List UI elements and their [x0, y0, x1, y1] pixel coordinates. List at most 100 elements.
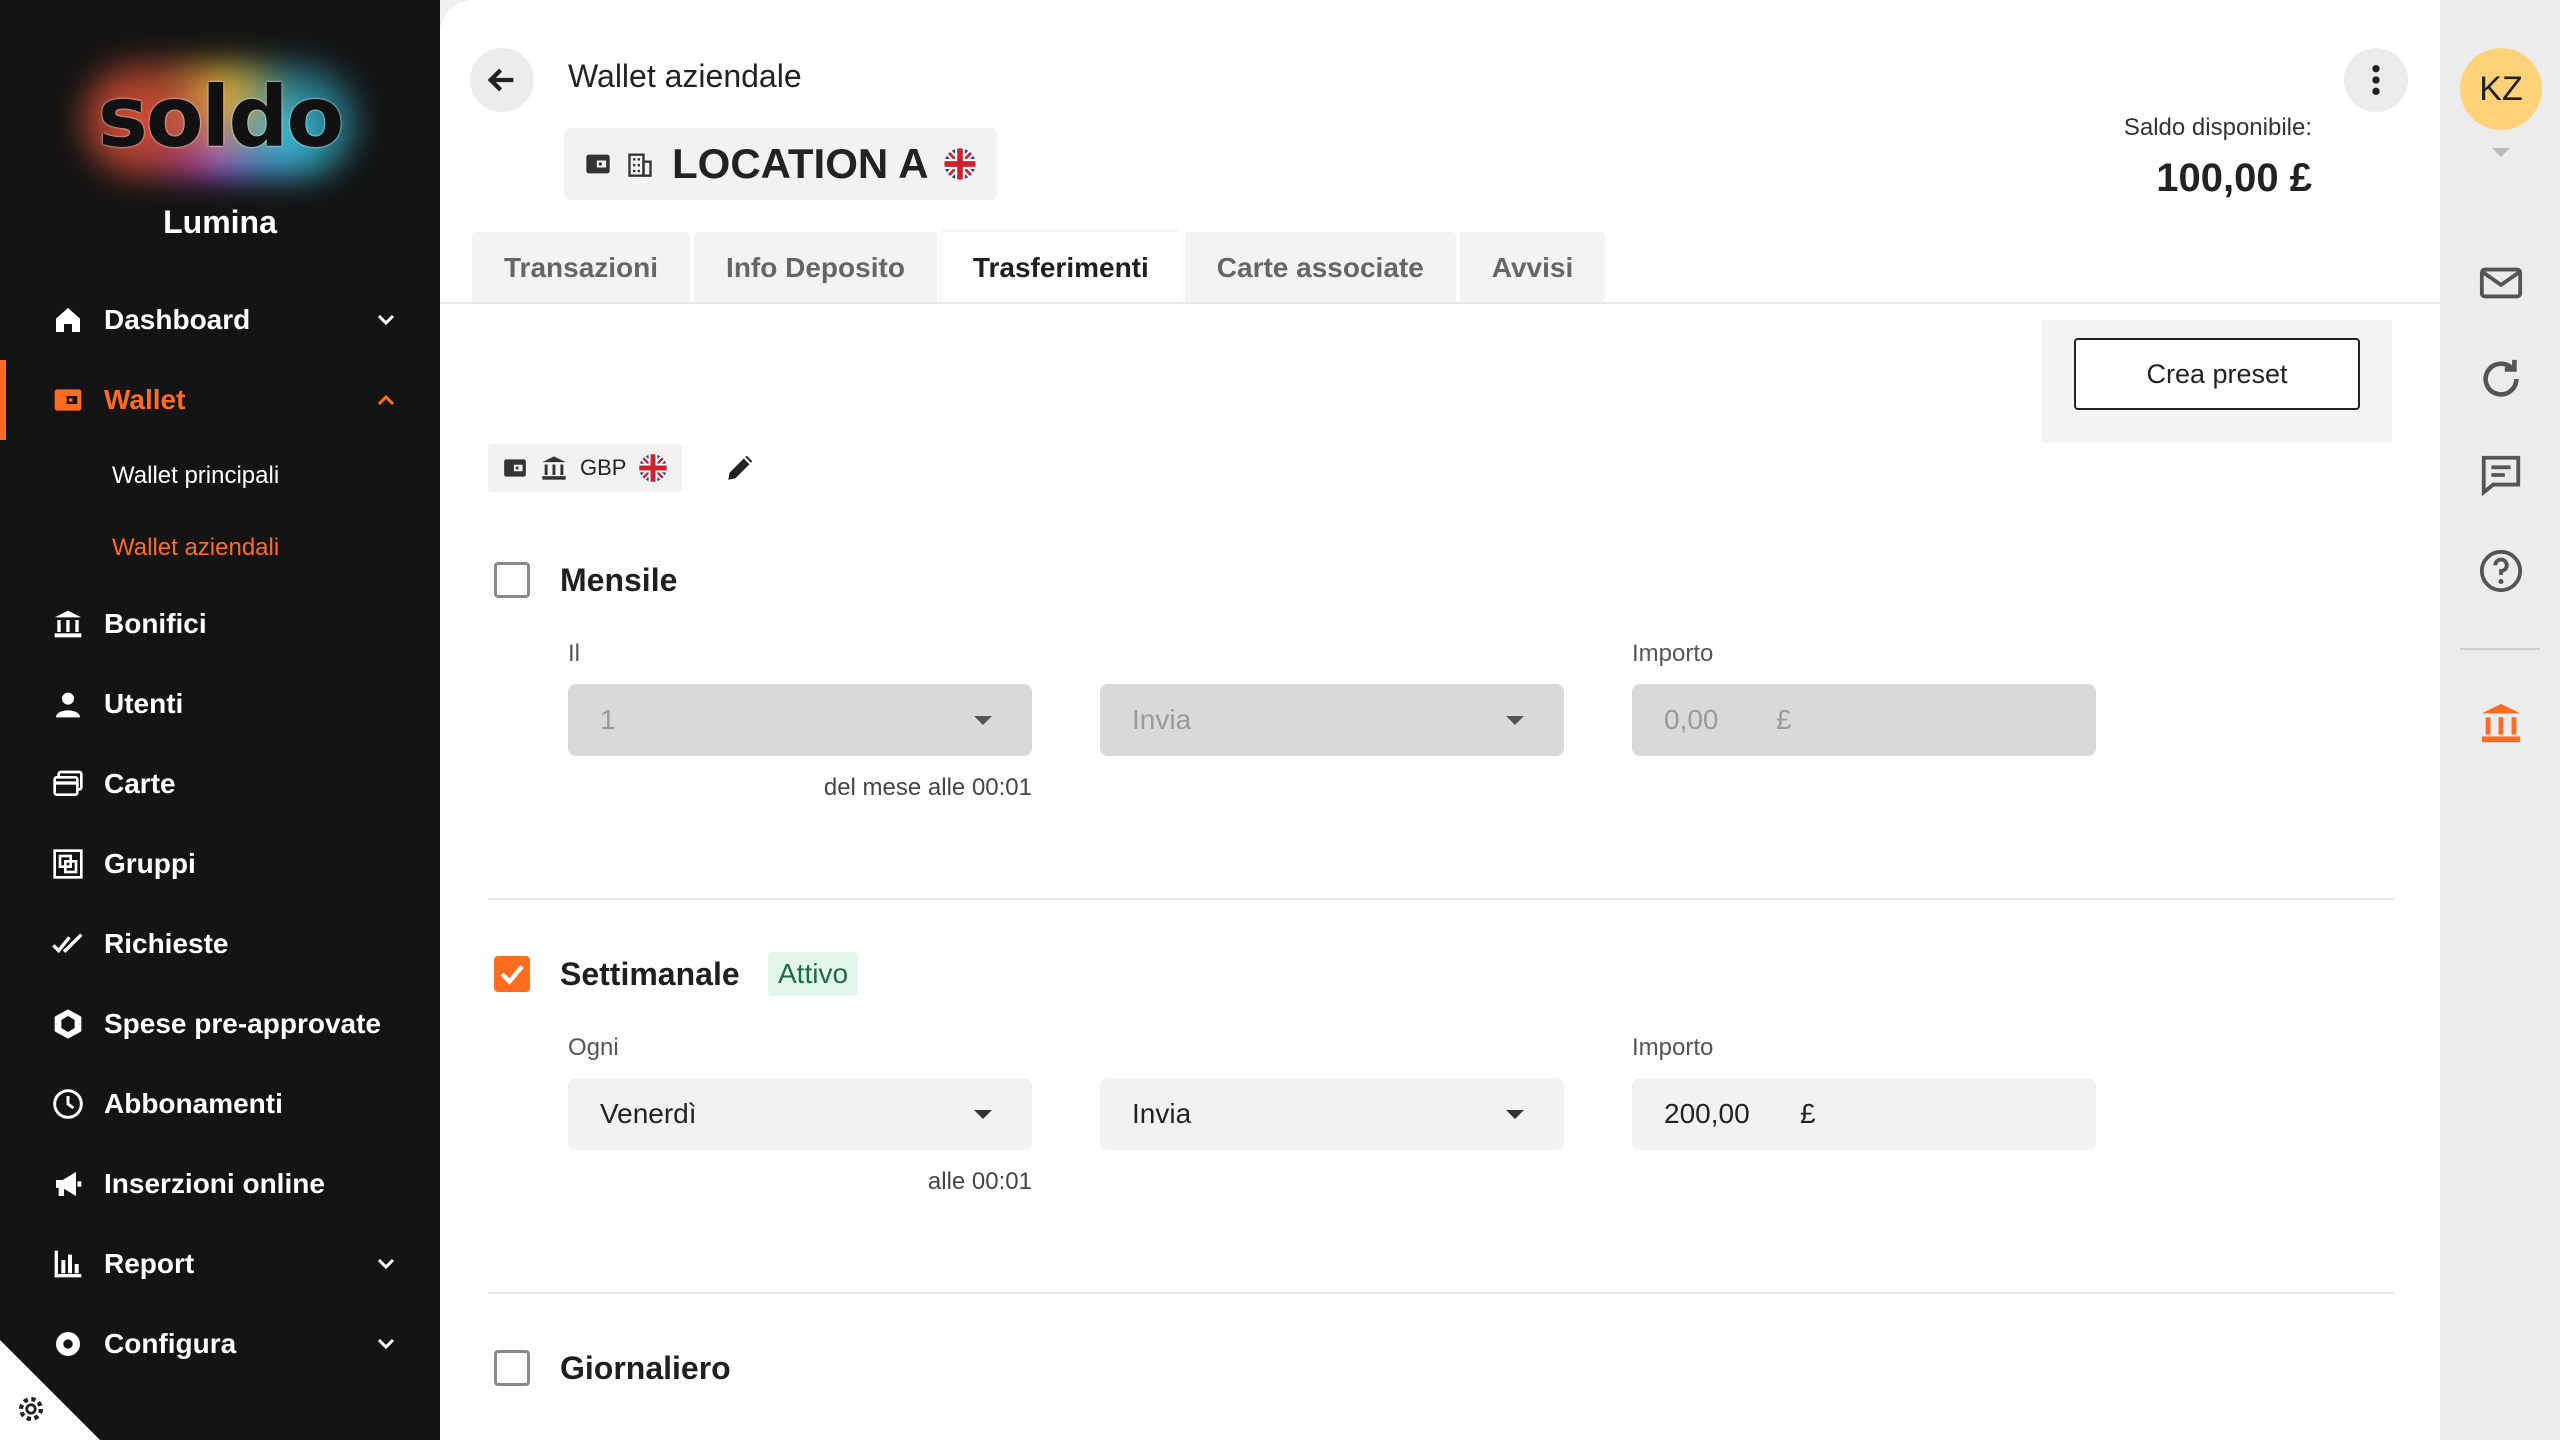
- help-icon[interactable]: [2478, 548, 2524, 594]
- megaphone-icon: [50, 1166, 86, 1202]
- select-value: 1: [600, 704, 616, 735]
- sidebar-item-inserzioni-online[interactable]: Inserzioni online: [0, 1144, 440, 1224]
- currency-chip: GBP: [488, 444, 683, 492]
- pencil-icon[interactable]: [724, 450, 758, 484]
- bar-chart-icon: [50, 1246, 86, 1282]
- hexagon-icon: [50, 1006, 86, 1042]
- weekly-amount-label: Importo: [1632, 1034, 1714, 1061]
- currency-symbol: £: [1800, 1098, 1816, 1129]
- monthly-section: Mensile Il Importo 1 Invia 0,00 £ del me…: [488, 548, 2394, 808]
- chevron-down-icon[interactable]: [374, 1332, 398, 1356]
- tab-transazioni[interactable]: Transazioni: [472, 232, 691, 304]
- back-button[interactable]: [470, 48, 534, 112]
- active-status-badge: Attivo: [768, 952, 859, 996]
- monthly-amount-input[interactable]: 0,00 £: [1632, 684, 2096, 756]
- tab-avvisi[interactable]: Avvisi: [1459, 232, 1606, 304]
- checkmark-icon: [500, 965, 524, 985]
- wallet-name-chip: LOCATION A: [564, 128, 997, 200]
- caret-down-icon: [1506, 1110, 1524, 1119]
- logo-text: soldo: [97, 68, 344, 166]
- sidebar-item-richieste[interactable]: Richieste: [0, 904, 440, 984]
- weekly-checkbox[interactable]: [494, 956, 530, 992]
- balance-value: 100,00 £: [2156, 156, 2312, 200]
- section-divider: [488, 898, 2394, 900]
- avatar[interactable]: KZ: [2460, 48, 2542, 130]
- weekly-hint: alle 00:01: [927, 1168, 1032, 1195]
- weekly-action-select[interactable]: Invia: [1100, 1078, 1564, 1150]
- bank-icon: [542, 456, 566, 480]
- weekly-day-label: Ogni: [568, 1034, 619, 1061]
- building-icon: [628, 153, 652, 177]
- section-divider: [488, 1292, 2394, 1294]
- tab-divider: [440, 302, 2440, 304]
- sidebar-item-label: Configura: [104, 1328, 237, 1359]
- cards-icon: [50, 766, 86, 802]
- tab-info-deposito[interactable]: Info Deposito: [694, 232, 937, 304]
- sidebar-item-utenti[interactable]: Utenti: [0, 664, 440, 744]
- chevron-up-icon[interactable]: [374, 388, 398, 412]
- monthly-checkbox[interactable]: [494, 562, 530, 598]
- chevron-down-icon[interactable]: [374, 1252, 398, 1276]
- monthly-amount-label: Importo: [1632, 640, 1714, 667]
- rail-separator: [2460, 648, 2540, 650]
- sidebar-subitem-wallet-aziendali[interactable]: Wallet aziendali: [0, 512, 440, 584]
- sidebar-item-label: Abbonamenti: [104, 1088, 283, 1119]
- sidebar-item-label: Gruppi: [104, 848, 196, 879]
- sidebar-item-bonifici[interactable]: Bonifici: [0, 584, 440, 664]
- sidebar-item-label: Richieste: [104, 928, 229, 959]
- sidebar-nav: Dashboard Wallet Wallet principali Walle…: [0, 280, 440, 1384]
- sidebar-item-label: Dashboard: [104, 304, 251, 335]
- caret-down-icon: [974, 716, 992, 725]
- daily-checkbox[interactable]: [494, 1350, 530, 1386]
- sidebar-item-label: Wallet: [104, 384, 186, 415]
- sidebar-item-spese-pre-approvate[interactable]: Spese pre-approvate: [0, 984, 440, 1064]
- gear-icon[interactable]: [14, 1392, 48, 1426]
- monthly-action-select[interactable]: Invia: [1100, 684, 1564, 756]
- organization-name: Lumina: [163, 204, 277, 240]
- balance-label: Saldo disponibile:: [2123, 114, 2312, 141]
- settings-icon: [50, 1326, 86, 1362]
- mail-icon[interactable]: [2478, 260, 2524, 306]
- more-options-button[interactable]: [2344, 48, 2408, 112]
- caret-down-icon[interactable]: [2492, 148, 2510, 157]
- weekly-amount-input[interactable]: 200,00 £: [1632, 1078, 2096, 1150]
- kebab-menu-icon: [2372, 64, 2380, 96]
- sidebar-item-dashboard[interactable]: Dashboard: [0, 280, 440, 360]
- weekly-title: Settimanale: [560, 956, 740, 992]
- sidebar-item-gruppi[interactable]: Gruppi: [0, 824, 440, 904]
- sidebar-item-label: Spese pre-approvate: [104, 1008, 381, 1039]
- right-rail: KZ: [2440, 0, 2560, 1440]
- sidebar-item-wallet[interactable]: Wallet: [0, 360, 440, 440]
- chat-icon[interactable]: [2478, 452, 2524, 498]
- sidebar-item-label: Report: [104, 1248, 195, 1279]
- sidebar-item-report[interactable]: Report: [0, 1224, 440, 1304]
- monthly-title: Mensile: [560, 562, 678, 598]
- tab-trasferimenti[interactable]: Trasferimenti: [940, 232, 1181, 304]
- tab-carte-associate[interactable]: Carte associate: [1184, 232, 1456, 304]
- wallet-icon: [504, 459, 526, 477]
- bank-icon[interactable]: [2478, 700, 2524, 746]
- monthly-hint: del mese alle 00:01: [823, 774, 1032, 801]
- page-title: Wallet aziendale: [568, 58, 802, 94]
- wallet-icon: [586, 154, 610, 174]
- weekly-day-select[interactable]: Venerdì: [568, 1078, 1032, 1150]
- preset-panel: Crea preset: [2042, 320, 2392, 442]
- app-root: soldo Lumina Dashboard Wallet Wallet pri…: [0, 0, 2560, 1440]
- refresh-icon[interactable]: [2478, 356, 2524, 402]
- monthly-day-select[interactable]: 1: [568, 684, 1032, 756]
- soldo-logo[interactable]: soldo: [70, 50, 370, 190]
- amount-value: 200,00: [1664, 1098, 1750, 1129]
- sidebar-item-configura[interactable]: Configura: [0, 1304, 440, 1384]
- uk-flag-icon: [944, 148, 976, 180]
- monthly-day-label: Il: [568, 640, 580, 667]
- chevron-down-icon[interactable]: [374, 308, 398, 332]
- home-icon: [50, 302, 86, 338]
- create-preset-button[interactable]: Crea preset: [2074, 338, 2360, 410]
- sidebar-item-carte[interactable]: Carte: [0, 744, 440, 824]
- select-value: Invia: [1132, 1098, 1192, 1129]
- user-icon: [50, 686, 86, 722]
- wallet-icon: [50, 382, 86, 418]
- sidebar-subitem-wallet-principali[interactable]: Wallet principali: [0, 440, 440, 512]
- sidebar-item-abbonamenti[interactable]: Abbonamenti: [0, 1064, 440, 1144]
- sidebar-item-label: Utenti: [104, 688, 184, 719]
